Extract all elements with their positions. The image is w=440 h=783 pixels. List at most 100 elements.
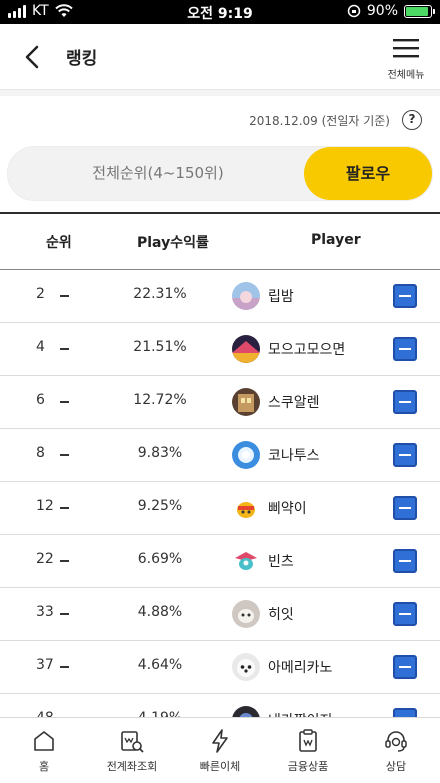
rank-change-dash-icon [60,613,69,615]
rank-change-dash-icon [60,454,69,456]
nav-home-label: 홈 [38,760,50,773]
rank-value: 6 [36,392,45,408]
rank-change-dash-icon [60,401,69,403]
reference-date: 2018.12.09 (전일자 기준) [249,113,390,128]
table-row[interactable]: 6 12.72% 스쿠알렌 [0,376,440,429]
nav-quick-transfer[interactable]: 빠른이체 [176,718,264,783]
full-menu-button[interactable]: 전체메뉴 [384,38,428,82]
page-title: 랭킹 [66,49,98,69]
play-yield-value: 9.25% [137,498,183,514]
player-name: 아메리카노 [268,660,333,676]
avatar-image [232,441,260,469]
nav-financial-products[interactable]: 금융상품 [264,718,352,783]
battery-percent: 90% [366,3,398,19]
rank-change-dash-icon [60,507,69,509]
tab-all-ranking[interactable]: 전체순위(4~150위) [8,147,308,200]
player-name: 립밤 [268,289,294,305]
ranking-segment: 전체순위(4~150위) 팔로우 [7,146,433,201]
full-menu-label: 전체메뉴 [387,70,425,81]
player-avatar [232,653,260,681]
avatar-image [232,547,260,575]
rank-change-dash-icon [60,560,69,562]
follow-checkbox[interactable] [393,337,417,361]
table-row[interactable]: 4 21.51% 모으고모으면 [0,323,440,376]
rank-value: 37 [36,657,54,673]
follow-checkbox[interactable] [393,390,417,414]
nav-account-inquiry-label: 전계좌조회 [106,760,158,773]
section-divider [0,90,440,96]
table-row[interactable]: 37 4.64% 아메리카노 [0,641,440,694]
ranking-list: 2 22.31% 립밤 4 21.51% 모으고모으면 6 12.72% 스쿠알렌 8 9.83% 코… [0,270,440,747]
avatar-image [232,600,260,628]
financial-product-icon [299,729,317,752]
app-header: 랭킹 전체메뉴 [0,24,440,90]
consult-headset-icon [385,731,407,752]
table-row[interactable]: 22 6.69% 빈츠 [0,535,440,588]
player-avatar [232,388,260,416]
rank-change-dash-icon [60,348,69,350]
player-name: 삐약이 [268,501,307,517]
nav-account-inquiry[interactable]: 전계좌조회 [88,718,176,783]
player-name: 빈츠 [268,554,294,570]
follow-checkbox[interactable] [393,655,417,679]
player-avatar [232,494,260,522]
status-bar: KT 오전 9:19 90% [0,0,440,24]
column-play-yield: Play수익률 [137,235,209,251]
rank-value: 8 [36,445,45,461]
follow-checkbox[interactable] [393,549,417,573]
follow-checkbox[interactable] [393,284,417,308]
table-row[interactable]: 12 9.25% 삐약이 [0,482,440,535]
play-yield-value: 9.83% [137,445,183,461]
follow-checkbox[interactable] [393,443,417,467]
nav-consult[interactable]: 상담 [352,718,440,783]
follow-checkbox[interactable] [393,602,417,626]
nav-home[interactable]: 홈 [0,718,88,783]
nav-quick-transfer-label: 빠른이체 [199,760,241,773]
table-row[interactable]: 2 22.31% 립밤 [0,270,440,323]
avatar-image [232,335,260,363]
bottom-navigation: 홈 전계좌조회 빠른이체 금융상품 상담 [0,717,440,783]
rank-value: 22 [36,551,54,567]
back-arrow-icon[interactable] [20,44,46,70]
player-name: 히잇 [268,607,294,623]
rotation-lock-icon [347,4,361,18]
account-search-icon [121,731,144,753]
rank-value: 33 [36,604,54,620]
player-name: 스쿠알렌 [268,395,320,411]
home-icon [34,731,54,751]
date-row: 2018.12.09 (전일자 기준) ? [249,110,422,130]
rank-change-dash-icon [60,295,69,297]
table-row[interactable]: 33 4.88% 히잇 [0,588,440,641]
tab-follow[interactable]: 팔로우 [304,147,432,200]
column-rank: 순위 [46,235,72,251]
nav-financial-products-label: 금융상품 [287,760,329,773]
table-row[interactable]: 8 9.83% 코나투스 [0,429,440,482]
player-avatar [232,335,260,363]
help-icon[interactable]: ? [402,110,422,130]
play-yield-value: 6.69% [137,551,183,567]
play-yield-value: 21.51% [133,339,187,355]
column-player: Player [311,232,361,248]
player-name: 모으고모으면 [268,342,346,358]
play-yield-value: 4.64% [137,657,183,673]
rank-value: 2 [36,286,45,302]
player-avatar [232,600,260,628]
follow-checkbox[interactable] [393,496,417,520]
avatar-image [232,388,260,416]
table-header: 순위 Play수익률 Player [0,212,440,270]
avatar-image [232,653,260,681]
rank-value: 12 [36,498,54,514]
nav-consult-label: 상담 [385,760,407,773]
quick-transfer-icon [212,729,228,753]
player-avatar [232,441,260,469]
player-avatar [232,282,260,310]
rank-change-dash-icon [60,666,69,668]
avatar-image [232,494,260,522]
battery-icon [404,4,435,18]
play-yield-value: 12.72% [133,392,187,408]
play-yield-value: 22.31% [133,286,187,302]
player-name: 코나투스 [268,448,320,464]
player-avatar [232,547,260,575]
play-yield-value: 4.88% [137,604,183,620]
avatar-image [232,282,260,310]
